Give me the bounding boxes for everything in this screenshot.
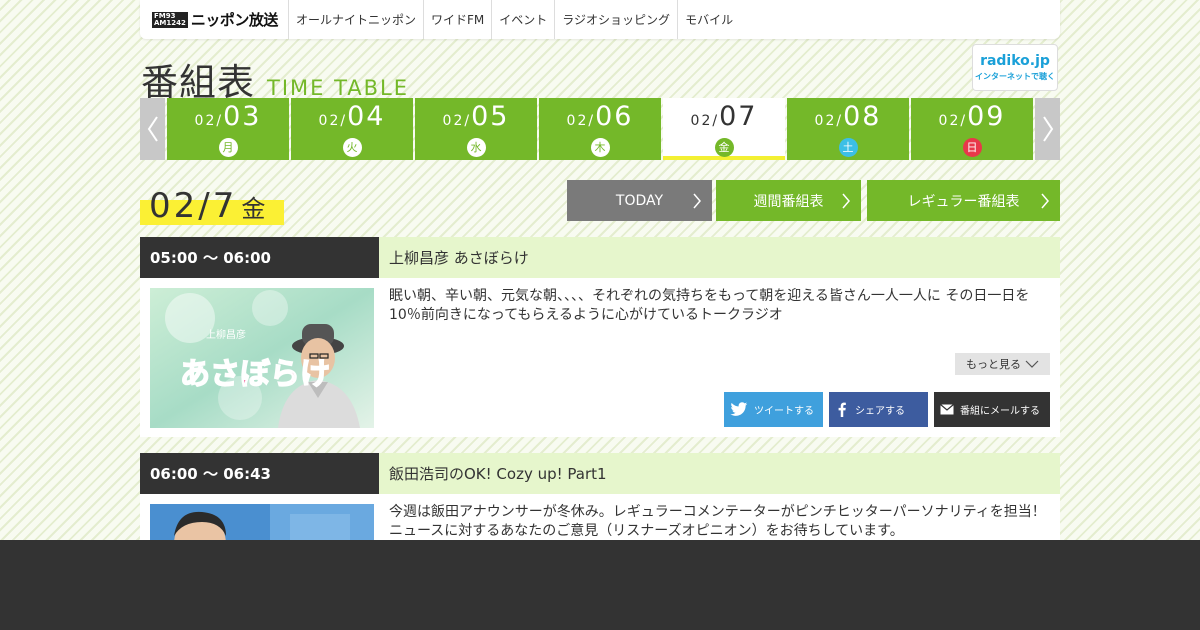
current-date-value: 02/7 xyxy=(149,186,238,226)
mail-icon xyxy=(940,404,954,415)
tweet-label: ツイートする xyxy=(754,406,814,417)
next-week-button[interactable] xyxy=(1035,98,1060,160)
weekday-badge: 火 xyxy=(342,138,362,157)
program-description: 眠い朝、辛い朝、元気な朝、、、、それぞれの気持ちをもって朝を迎える皆さん一人一人… xyxy=(389,288,1030,323)
program-description: 今週は飯田アナウンサーが冬休み。レギュラーコメンテーターがピンチヒッターパーソナ… xyxy=(389,504,1046,539)
radiko-sub: インターネットで聴く xyxy=(975,72,1055,81)
date-tab-0205[interactable]: 02/05 水 xyxy=(415,98,537,160)
today-button-label: TODAY xyxy=(615,192,664,209)
date-tab-0203[interactable]: 02/03 月 xyxy=(167,98,289,160)
facebook-icon xyxy=(838,402,846,417)
weekday-badge: 土 xyxy=(838,138,858,157)
date-tab-0206[interactable]: 02/06 木 xyxy=(539,98,661,160)
prev-week-button[interactable] xyxy=(140,98,165,160)
nav-event[interactable]: イベント xyxy=(491,0,554,39)
bottom-overlay xyxy=(0,540,1200,630)
program-thumbnail[interactable]: あさぼらけ 上柳昌彦 xyxy=(150,288,374,428)
chevron-right-icon xyxy=(1042,116,1053,142)
weekday-badge: 金 xyxy=(714,138,734,157)
current-date-weekday: 金 xyxy=(241,195,269,223)
logo-text: ニッポン放送 xyxy=(190,11,279,29)
date-tab-0204[interactable]: 02/04 火 xyxy=(291,98,413,160)
today-button[interactable]: TODAY xyxy=(567,180,712,221)
date-tab-0207-selected[interactable]: 02/07 金 xyxy=(663,98,785,160)
site-header: FM93 AM1242 ニッポン放送 オールナイトニッポン ワイドFM イベント… xyxy=(140,0,1060,39)
program-time: 06:00 ～ 06:43 xyxy=(140,453,379,494)
weekday-badge: 月 xyxy=(218,138,238,157)
page-title-en: TIME TABLE xyxy=(267,76,410,100)
weekday-badge: 木 xyxy=(590,138,610,157)
nav-allnightnippon[interactable]: オールナイトニッポン xyxy=(288,0,423,39)
chevron-right-icon xyxy=(1041,193,1049,209)
chevron-right-icon xyxy=(842,193,850,209)
nav-mobile[interactable]: モバイル xyxy=(677,0,740,39)
date-tab-0209[interactable]: 02/09 日 xyxy=(911,98,1033,160)
chevron-right-icon xyxy=(693,193,701,209)
weekly-schedule-label: 週間番組表 xyxy=(753,193,824,210)
date-tab-0208[interactable]: 02/08 土 xyxy=(787,98,909,160)
radiko-button[interactable]: radiko.jp インターネットで聴く xyxy=(972,44,1058,91)
logo-badge: FM93 AM1242 xyxy=(152,11,188,28)
weekday-badge: 日 xyxy=(962,138,982,157)
twitter-icon xyxy=(730,402,748,416)
mail-program-button[interactable]: 番組にメールする xyxy=(934,392,1050,427)
thumb-title: あさぼらけ xyxy=(180,357,330,392)
regular-schedule-label: レギュラー番組表 xyxy=(907,193,1020,210)
program-title[interactable]: 飯田浩司のOK! Cozy up! Part1 xyxy=(379,453,1060,494)
program-time: 05:00 ～ 06:00 xyxy=(140,237,379,278)
chevron-down-icon xyxy=(1025,360,1039,368)
more-button-label: もっと見る xyxy=(966,358,1021,371)
thumb-subtitle: 上柳昌彦 xyxy=(206,328,246,341)
weekly-schedule-button[interactable]: 週間番組表 xyxy=(716,180,861,221)
weekday-badge: 水 xyxy=(466,138,486,157)
program-card: 05:00 ～ 06:00 上柳昌彦 あさぼらけ あさぼらけ 上柳昌彦 眠い朝、… xyxy=(140,237,1060,437)
site-logo[interactable]: FM93 AM1242 ニッポン放送 xyxy=(140,0,288,39)
program-title[interactable]: 上柳昌彦 あさぼらけ xyxy=(379,237,1060,278)
nav-radio-shopping[interactable]: ラジオショッピング xyxy=(554,0,677,39)
nav-widefm[interactable]: ワイドFM xyxy=(423,0,491,39)
regular-schedule-button[interactable]: レギュラー番組表 xyxy=(867,180,1060,221)
mail-label: 番組にメールする xyxy=(960,406,1040,417)
radiko-logo: radiko.jp xyxy=(980,53,1050,69)
more-button[interactable]: もっと見る xyxy=(955,353,1050,375)
share-label: シェアする xyxy=(855,406,905,417)
current-date: 02/7 金 xyxy=(140,186,284,226)
tweet-button[interactable]: ツイートする xyxy=(724,392,823,427)
facebook-share-button[interactable]: シェアする xyxy=(829,392,928,427)
chevron-left-icon xyxy=(147,116,158,142)
